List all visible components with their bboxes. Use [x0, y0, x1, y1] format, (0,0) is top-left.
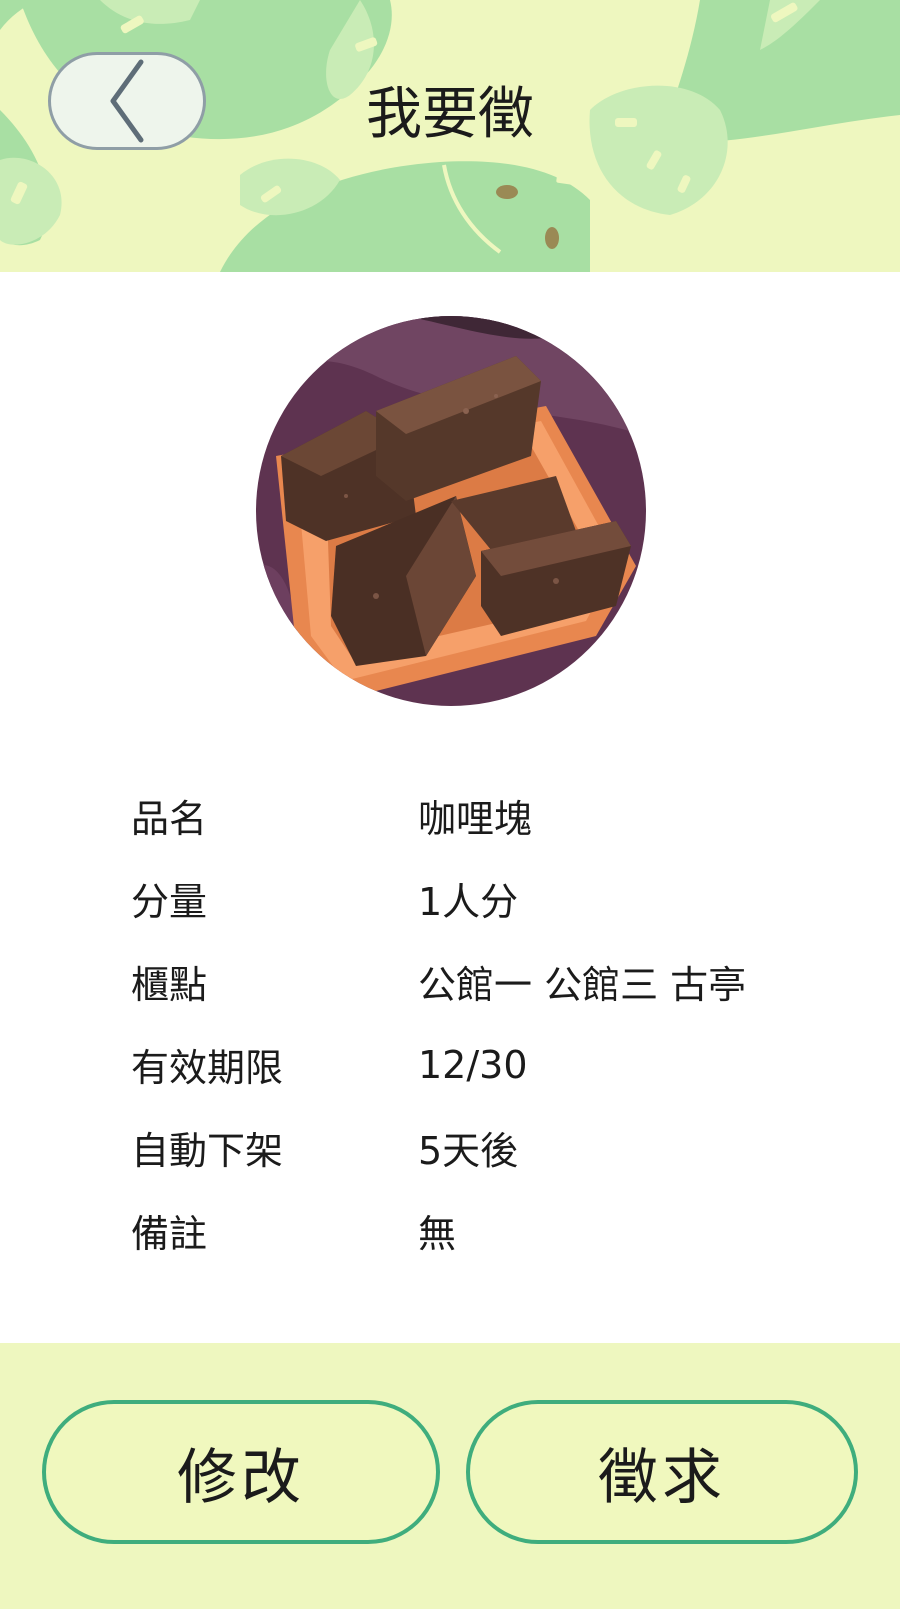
detail-value: 5天後: [418, 1129, 519, 1173]
detail-row-note: 備註 無: [131, 1189, 831, 1272]
item-details: 品名 咖哩塊 分量 1人分 櫃點 公館一 公館三 古亭 有效期限 12/30 自…: [131, 774, 831, 1272]
chevron-left-icon: [110, 59, 144, 143]
detail-value: 無: [418, 1212, 457, 1256]
detail-row-name: 品名 咖哩塊: [131, 774, 831, 857]
detail-row-pickup-points: 櫃點 公館一 公館三 古亭: [131, 940, 831, 1023]
detail-label: 自動下架: [131, 1129, 284, 1173]
detail-label: 備註: [131, 1212, 208, 1256]
request-button[interactable]: 徵求: [466, 1400, 858, 1544]
header: 我要徵: [0, 0, 900, 272]
detail-row-expiry: 有效期限 12/30: [131, 1023, 831, 1106]
detail-row-auto-unlist: 自動下架 5天後: [131, 1106, 831, 1189]
detail-label: 櫃點: [131, 963, 208, 1007]
detail-value: 12/30: [418, 1042, 528, 1087]
page-title: 我要徵: [366, 82, 534, 147]
detail-label: 品名: [131, 797, 208, 841]
back-button[interactable]: [48, 52, 206, 150]
detail-value: 公館一 公館三 古亭: [418, 963, 747, 1007]
detail-label: 分量: [131, 880, 208, 924]
action-bar: 修改 徵求: [0, 1343, 900, 1609]
detail-row-portion: 分量 1人分: [131, 857, 831, 940]
item-photo: [256, 316, 646, 706]
edit-button[interactable]: 修改: [42, 1400, 440, 1544]
detail-value: 咖哩塊: [418, 797, 533, 841]
detail-value: 1人分: [418, 880, 519, 924]
detail-label: 有效期限: [131, 1046, 284, 1090]
